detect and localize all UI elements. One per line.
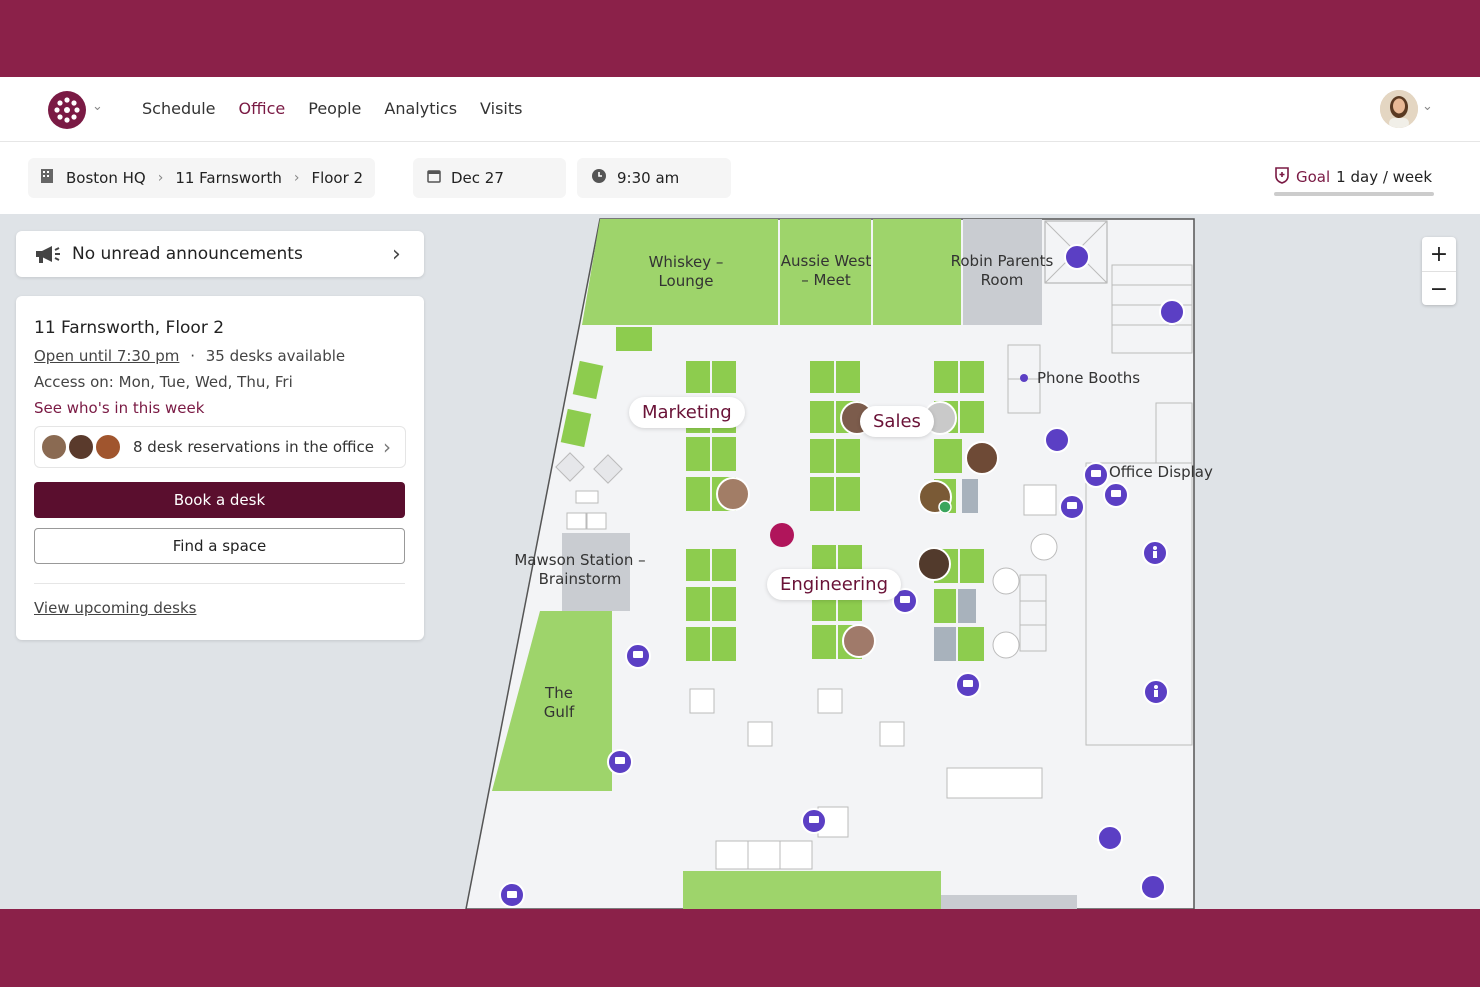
chevron-down-icon[interactable]: ⌄ (92, 99, 103, 114)
floor-title: 11 Farnsworth, Floor 2 (34, 318, 225, 338)
zoom-in-button[interactable]: + (1422, 237, 1456, 272)
chevron-down-icon[interactable]: ⌄ (1422, 99, 1433, 114)
avatar-stack (39, 432, 125, 462)
nav-office[interactable]: Office (239, 99, 286, 118)
announcements-text: No unread announcements (72, 244, 303, 264)
chevron-right-icon: › (293, 170, 300, 186)
breadcrumb-campus[interactable]: 11 Farnsworth (175, 169, 282, 187)
reservations-text: 8 desk reservations in the office (133, 438, 374, 456)
team-pin-engineering[interactable]: Engineering (767, 569, 901, 600)
floor-status: Open until 7:30 pm · 35 desks available (34, 347, 345, 365)
whos-in-link[interactable]: See who's in this week (34, 399, 204, 417)
team-pin-sales[interactable]: Sales (860, 406, 934, 437)
announcements-card[interactable]: No unread announcements › (16, 231, 424, 277)
label-office-display[interactable]: Office Display (1109, 463, 1213, 482)
desks-available: 35 desks available (205, 347, 346, 365)
goal-indicator[interactable]: Goal 1 day / week (1274, 166, 1432, 188)
filter-bar: Boston HQ › 11 Farnsworth › Floor 2 Dec … (0, 142, 1480, 214)
robin-logo-icon[interactable] (48, 91, 86, 129)
current-location-dot (770, 523, 794, 547)
chevron-right-icon: › (392, 241, 401, 267)
app-window: ⌄ Schedule Office People Analytics Visit… (0, 77, 1480, 909)
zoom-controls: + − (1422, 237, 1456, 305)
building-icon (40, 168, 54, 188)
access-days: Access on: Mon, Tue, Wed, Thu, Fri (34, 373, 293, 391)
calendar-icon (427, 169, 441, 187)
label-phone-booths[interactable]: Phone Booths (1037, 369, 1140, 388)
time-picker[interactable]: 9:30 am (577, 158, 731, 198)
upcoming-desks-link[interactable]: View upcoming desks (34, 599, 196, 617)
nav-people[interactable]: People (308, 99, 361, 118)
nav-schedule[interactable]: Schedule (142, 99, 216, 118)
date-value: Dec 27 (451, 169, 504, 187)
separator-dot: · (190, 347, 195, 365)
nav-analytics[interactable]: Analytics (384, 99, 457, 118)
book-desk-button[interactable]: Book a desk (34, 482, 405, 518)
team-pin-marketing[interactable]: Marketing (629, 397, 745, 428)
top-navigation: ⌄ Schedule Office People Analytics Visit… (0, 77, 1480, 142)
date-picker[interactable]: Dec 27 (413, 158, 566, 198)
goal-label: Goal (1296, 168, 1331, 186)
open-hours-link[interactable]: Open until 7:30 pm (34, 347, 179, 365)
megaphone-icon (34, 244, 62, 264)
reservations-row[interactable]: 8 desk reservations in the office › (34, 426, 406, 468)
room-label-gulf[interactable]: The Gulf (528, 684, 590, 722)
chevron-right-icon: › (383, 435, 391, 459)
room-label-aussie[interactable]: Aussie West – Meet (776, 252, 876, 290)
goal-progress-bar (1274, 192, 1434, 196)
chevron-right-icon: › (157, 170, 164, 186)
zoom-out-button[interactable]: − (1422, 272, 1456, 306)
room-label-mawson[interactable]: Mawson Station – Brainstorm (512, 551, 648, 589)
clock-icon (591, 168, 607, 188)
room-label-robin[interactable]: Robin Parents Room (944, 252, 1060, 290)
user-avatar[interactable] (1380, 90, 1418, 128)
room-label-whiskey[interactable]: Whiskey – Lounge (630, 253, 742, 291)
find-space-button[interactable]: Find a space (34, 528, 405, 564)
nav-links: Schedule Office People Analytics Visits (142, 99, 522, 118)
divider (34, 583, 405, 584)
goal-value: 1 day / week (1336, 168, 1433, 186)
breadcrumb[interactable]: Boston HQ › 11 Farnsworth › Floor 2 (28, 158, 376, 198)
breadcrumb-building[interactable]: Boston HQ (66, 169, 146, 187)
nav-visits[interactable]: Visits (480, 99, 522, 118)
shield-icon (1274, 166, 1290, 188)
time-value: 9:30 am (617, 169, 680, 187)
breadcrumb-floor[interactable]: Floor 2 (311, 169, 363, 187)
floor-info-card: 11 Farnsworth, Floor 2 Open until 7:30 p… (16, 296, 424, 640)
